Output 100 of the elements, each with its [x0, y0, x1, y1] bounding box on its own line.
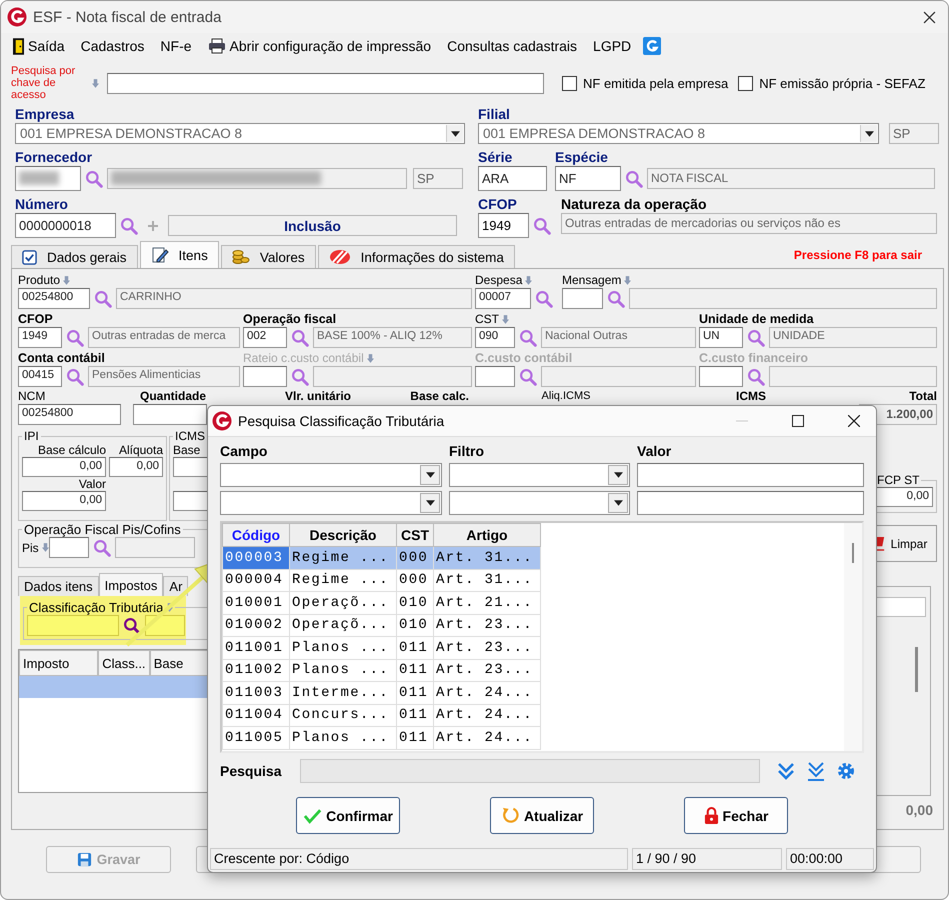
table-cell[interactable]: Art. 23...: [434, 614, 540, 636]
menu-item[interactable]: LGPD: [585, 38, 640, 54]
table-cell[interactable]: Regime ...: [290, 546, 396, 569]
code-field[interactable]: [243, 366, 287, 387]
table-cell[interactable]: 000004: [222, 569, 290, 592]
company-dropdown[interactable]: 001 EMPRESA DEMONSTRACAO 8: [15, 123, 465, 144]
table-cell[interactable]: 010: [396, 614, 434, 636]
tab[interactable]: Dados itens: [18, 576, 99, 596]
column-header[interactable]: Artigo: [434, 524, 540, 546]
table-cell[interactable]: 010: [396, 592, 434, 614]
tab[interactable]: Dados gerais: [11, 245, 138, 268]
quantity-field[interactable]: [133, 404, 207, 424]
rate-field[interactable]: 0,00: [109, 457, 163, 477]
type-field[interactable]: NF: [555, 166, 621, 191]
dialog-button[interactable]: Confirmar: [296, 797, 400, 834]
tab[interactable]: Informações do sistema: [318, 245, 515, 268]
table-cell[interactable]: 011: [396, 682, 434, 704]
table-cell[interactable]: 011: [396, 726, 434, 749]
supplier-code-field[interactable]: [15, 166, 81, 191]
tab[interactable]: Itens: [140, 241, 219, 268]
series-field[interactable]: ARA: [478, 166, 547, 191]
dialog-button[interactable]: Fechar: [684, 797, 788, 834]
ncm-field[interactable]: 00254800: [18, 404, 121, 424]
table-cell[interactable]: Planos ...: [290, 659, 396, 682]
checkbox[interactable]: [562, 76, 577, 90]
code-field[interactable]: UN: [699, 327, 743, 348]
branch-dropdown[interactable]: 001 EMPRESA DEMONSTRACAO 8: [478, 123, 879, 144]
table-cell[interactable]: Art. 24...: [434, 682, 540, 704]
cfop-field[interactable]: 1949: [478, 213, 529, 238]
table-cell[interactable]: 010001: [222, 592, 290, 614]
tab[interactable]: Ar: [163, 576, 188, 596]
pis-field[interactable]: [48, 537, 89, 558]
code-field[interactable]: [699, 366, 743, 387]
table-cell[interactable]: Art. 24...: [434, 704, 540, 726]
table-cell[interactable]: Art. 24...: [434, 726, 540, 749]
table-cell[interactable]: Concurs...: [290, 704, 396, 726]
code-field[interactable]: 090: [475, 327, 515, 348]
table-cell[interactable]: Art. 23...: [434, 659, 540, 682]
filter-dropdown[interactable]: [449, 463, 630, 487]
app-logo-icon[interactable]: [643, 37, 662, 55]
table-cell[interactable]: 000: [396, 569, 434, 592]
field-dropdown[interactable]: [220, 463, 442, 487]
table-cell[interactable]: Art. 21...: [434, 592, 540, 614]
search-icon[interactable]: [123, 616, 141, 634]
base-field[interactable]: 0,00: [22, 457, 106, 477]
dialog-button[interactable]: Atualizar: [490, 797, 594, 834]
maximize-icon[interactable]: [792, 415, 804, 427]
value-field[interactable]: [637, 463, 864, 487]
access-key-field[interactable]: [107, 72, 544, 94]
column-header[interactable]: CST: [396, 524, 434, 546]
value-field[interactable]: 0,00: [22, 491, 106, 511]
input-field[interactable]: [874, 597, 926, 617]
column-header[interactable]: Base: [150, 650, 208, 676]
checkbox[interactable]: [738, 76, 754, 90]
table-cell[interactable]: Art. 23...: [434, 636, 540, 659]
tab[interactable]: Impostos: [98, 573, 164, 596]
table-cell[interactable]: 000003: [222, 546, 290, 569]
table-cell[interactable]: Operaçõ...: [290, 592, 396, 614]
plus-icon[interactable]: [148, 220, 158, 230]
double-chevron-down-icon[interactable]: [776, 761, 796, 781]
menu-item[interactable]: Abrir configuração de impressão: [200, 38, 440, 54]
table-cell[interactable]: 011005: [222, 726, 290, 749]
code-field[interactable]: 00254800: [18, 288, 90, 309]
scrollbar[interactable]: [852, 543, 854, 563]
field-dropdown[interactable]: [220, 491, 442, 515]
table-cell[interactable]: 011003: [222, 682, 290, 704]
column-header[interactable]: Imposto: [19, 650, 98, 676]
table-cell[interactable]: Art. 31...: [434, 569, 540, 592]
menu-item[interactable]: Consultas cadastrais: [439, 38, 586, 54]
settings-icon[interactable]: [836, 761, 856, 781]
table-cell[interactable]: 011002: [222, 659, 290, 682]
filter-dropdown[interactable]: [449, 491, 630, 515]
code-field[interactable]: 002: [243, 327, 287, 348]
column-header[interactable]: Código: [222, 524, 290, 546]
table-cell[interactable]: 011: [396, 704, 434, 726]
code-field[interactable]: 1949: [18, 327, 62, 348]
code-field[interactable]: [562, 288, 603, 309]
column-header[interactable]: Class...: [98, 650, 150, 676]
code-field[interactable]: [475, 366, 515, 387]
code-field[interactable]: 00415: [18, 366, 62, 387]
fcp-st-field[interactable]: 0,00: [875, 487, 933, 507]
column-header[interactable]: Descrição: [290, 524, 396, 546]
table-cell[interactable]: 010002: [222, 614, 290, 636]
classification-field[interactable]: [27, 615, 119, 636]
menu-item[interactable]: Cadastros: [72, 38, 152, 54]
menu-item[interactable]: NF-e: [152, 38, 200, 54]
table-cell[interactable]: Art. 31...: [434, 546, 540, 569]
close-icon[interactable]: [848, 415, 860, 427]
close-icon[interactable]: [923, 10, 936, 24]
chevron-to-bottom-icon[interactable]: [806, 761, 826, 781]
code-field[interactable]: 00007: [475, 288, 531, 309]
table-cell[interactable]: Planos ...: [290, 636, 396, 659]
table-cell[interactable]: Planos ...: [290, 726, 396, 749]
scrollbar[interactable]: [915, 647, 918, 692]
table-cell[interactable]: 011004: [222, 704, 290, 726]
table-cell[interactable]: 011: [396, 636, 434, 659]
table-cell[interactable]: Interme...: [290, 682, 396, 704]
table-cell[interactable]: 011001: [222, 636, 290, 659]
number-field[interactable]: 0000000018: [15, 213, 116, 238]
table-cell[interactable]: Regime ...: [290, 569, 396, 592]
